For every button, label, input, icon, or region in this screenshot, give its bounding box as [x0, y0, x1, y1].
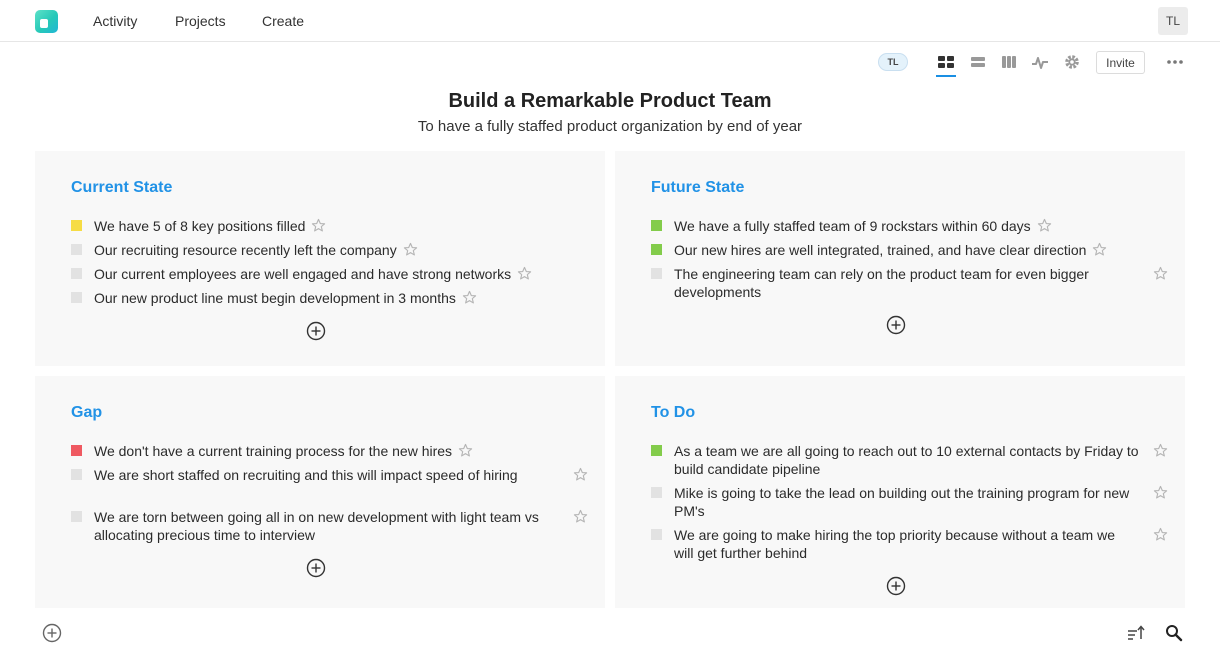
status-square[interactable] [651, 220, 662, 231]
add-item-button[interactable] [886, 576, 906, 596]
member-avatar[interactable]: TL [878, 53, 908, 71]
list-item[interactable]: Our current employees are well engaged a… [71, 265, 532, 283]
list-view-icon[interactable] [969, 53, 987, 71]
panel-to-do: To Do As a team we are all going to reac… [615, 376, 1185, 608]
nav-projects[interactable]: Projects [175, 13, 226, 29]
star-icon[interactable] [1153, 527, 1168, 542]
add-panel-button[interactable] [42, 623, 62, 643]
panel-title: Current State [71, 179, 173, 196]
list-item[interactable]: We don't have a current training process… [71, 442, 473, 460]
status-square[interactable] [71, 220, 82, 231]
star-icon[interactable] [1153, 266, 1168, 281]
page-subtitle: To have a fully staffed product organiza… [417, 118, 803, 135]
list-item[interactable]: Our new hires are well integrated, train… [651, 241, 1107, 259]
item-text: We have 5 of 8 key positions filled [94, 218, 306, 234]
status-square[interactable] [71, 292, 82, 303]
list-item[interactable]: Our recruiting resource recently left th… [71, 241, 418, 259]
list-item[interactable]: We are torn between going all in on new … [71, 508, 561, 544]
gear-icon[interactable] [1063, 53, 1081, 71]
status-square[interactable] [71, 445, 82, 456]
status-square[interactable] [651, 244, 662, 255]
list-item[interactable]: As a team we are all going to reach out … [651, 442, 1141, 478]
list-item[interactable]: The engineering team can rely on the pro… [651, 265, 1091, 301]
invite-button[interactable]: Invite [1096, 51, 1145, 74]
status-square[interactable] [651, 268, 662, 279]
list-item[interactable]: We are going to make hiring the top prio… [651, 526, 1121, 562]
panel-gap: Gap We don't have a current training pro… [35, 376, 605, 608]
list-item[interactable]: We have a fully staffed team of 9 rockst… [651, 217, 1052, 235]
item-text: We don't have a current training process… [94, 443, 453, 459]
star-icon[interactable] [311, 218, 326, 233]
page-title: Build a Remarkable Product Team [448, 90, 772, 112]
list-item[interactable]: We are short staffed on recruiting and t… [71, 466, 551, 484]
panel-title: Gap [71, 404, 103, 421]
list-item[interactable]: Our new product line must begin developm… [71, 289, 477, 307]
user-avatar[interactable]: TL [1158, 7, 1188, 35]
star-icon[interactable] [1153, 485, 1168, 500]
activity-icon[interactable] [1031, 53, 1049, 71]
panel-title: Future State [651, 179, 745, 196]
star-icon[interactable] [573, 509, 588, 524]
status-square[interactable] [71, 511, 82, 522]
star-icon[interactable] [1037, 218, 1052, 233]
top-nav: Activity Projects Create TL [0, 0, 1220, 42]
active-view-indicator [936, 75, 956, 77]
star-icon[interactable] [462, 290, 477, 305]
item-text: Our recruiting resource recently left th… [94, 242, 397, 258]
item-text: Our new hires are well integrated, train… [674, 242, 1087, 258]
add-item-button[interactable] [306, 558, 326, 578]
list-item[interactable]: Mike is going to take the lead on buildi… [651, 484, 1146, 520]
sort-icon[interactable] [1126, 623, 1146, 643]
star-icon[interactable] [1153, 443, 1168, 458]
status-square[interactable] [651, 487, 662, 498]
status-square[interactable] [71, 244, 82, 255]
star-icon[interactable] [458, 443, 473, 458]
add-item-button[interactable] [306, 321, 326, 341]
nav-create[interactable]: Create [262, 13, 304, 29]
status-square[interactable] [71, 268, 82, 279]
more-icon[interactable] [1166, 53, 1184, 71]
panel-future-state: Future State We have a fully staffed tea… [615, 151, 1185, 366]
status-square[interactable] [651, 529, 662, 540]
star-icon[interactable] [403, 242, 418, 257]
item-text: We are going to make hiring the top prio… [674, 527, 1115, 561]
panel-current-state: Current State We have 5 of 8 key positio… [35, 151, 605, 366]
board-view-icon[interactable] [1000, 53, 1018, 71]
item-text: Mike is going to take the lead on buildi… [674, 485, 1130, 519]
app-logo[interactable] [35, 10, 58, 33]
item-text: Our current employees are well engaged a… [94, 266, 512, 282]
item-text: The engineering team can rely on the pro… [674, 266, 1089, 300]
item-text: We are torn between going all in on new … [94, 509, 539, 543]
nav-activity[interactable]: Activity [93, 13, 137, 29]
panel-title: To Do [651, 404, 696, 421]
item-text: We are short staffed on recruiting and t… [94, 467, 518, 483]
item-text: Our new product line must begin developm… [94, 290, 456, 306]
list-item[interactable]: We have 5 of 8 key positions filled [71, 217, 326, 235]
item-text: We have a fully staffed team of 9 rockst… [674, 218, 1031, 234]
search-icon[interactable] [1164, 623, 1184, 643]
status-square[interactable] [651, 445, 662, 456]
grid-view-icon[interactable] [937, 53, 955, 71]
star-icon[interactable] [573, 467, 588, 482]
item-text: As a team we are all going to reach out … [674, 443, 1139, 477]
status-square[interactable] [71, 469, 82, 480]
star-icon[interactable] [1092, 242, 1107, 257]
add-item-button[interactable] [886, 315, 906, 335]
star-icon[interactable] [517, 266, 532, 281]
